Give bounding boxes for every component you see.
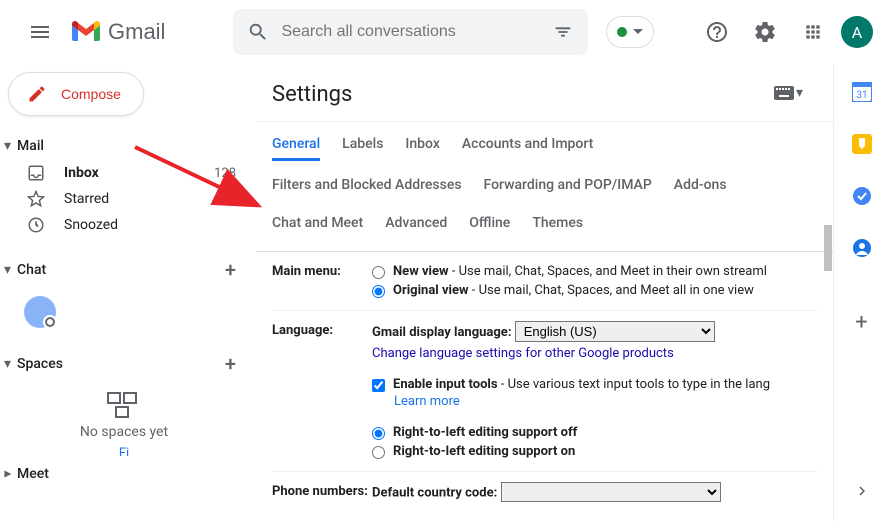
- status-dropdown[interactable]: [606, 16, 654, 48]
- main-menu-button[interactable]: [16, 8, 64, 56]
- input-tool-toggle[interactable]: ▾: [774, 85, 803, 101]
- new-chat-button[interactable]: +: [225, 258, 236, 282]
- search-options-icon[interactable]: [552, 21, 574, 43]
- keep-app-icon[interactable]: [852, 134, 872, 158]
- app-header: Gmail A: [0, 0, 889, 64]
- setting-language: Language: Gmail display language: Englis…: [272, 311, 817, 472]
- keyboard-icon: [774, 86, 794, 100]
- search-icon[interactable]: [247, 21, 269, 43]
- tasks-app-icon[interactable]: [852, 186, 872, 210]
- new-space-button[interactable]: +: [225, 352, 236, 376]
- tab-addons[interactable]: Add-ons: [674, 177, 727, 199]
- sidebar-item-inbox[interactable]: Inbox 128: [0, 160, 248, 186]
- gmail-icon: [72, 21, 100, 43]
- tab-general[interactable]: General: [272, 136, 320, 161]
- clock-icon: [26, 216, 46, 234]
- gmail-logo[interactable]: Gmail: [72, 19, 165, 45]
- help-icon: [705, 20, 729, 44]
- hide-sidepanel-button[interactable]: [853, 482, 871, 504]
- svg-text:31: 31: [856, 90, 867, 101]
- chevron-down-icon: ▾: [4, 138, 11, 154]
- settings-button[interactable]: [745, 12, 785, 52]
- language-select[interactable]: English (US): [515, 321, 715, 342]
- page-title: Settings: [256, 64, 352, 121]
- radio-rtl-off[interactable]: [372, 427, 385, 440]
- chat-contact-avatar[interactable]: [24, 296, 56, 328]
- tab-labels[interactable]: Labels: [342, 136, 383, 161]
- calendar-app-icon[interactable]: 31: [852, 82, 872, 106]
- country-code-select[interactable]: [501, 482, 721, 502]
- tab-offline[interactable]: Offline: [469, 215, 510, 237]
- chevron-down-icon: [633, 27, 643, 37]
- setting-main-menu: Main menu: New view - Use mail, Chat, Sp…: [272, 252, 817, 311]
- active-status-icon: [617, 27, 627, 37]
- tab-accounts[interactable]: Accounts and Import: [462, 136, 593, 161]
- support-button[interactable]: [697, 12, 737, 52]
- chevron-down-icon: ▾: [796, 85, 803, 101]
- learn-more-link[interactable]: Learn more: [394, 394, 460, 409]
- star-icon: [26, 190, 46, 208]
- spaces-icon: [0, 392, 248, 418]
- tab-filters[interactable]: Filters and Blocked Addresses: [272, 177, 462, 199]
- pencil-icon: [27, 84, 47, 104]
- chevron-right-icon: ▾: [0, 470, 16, 477]
- sidebar-item-snoozed[interactable]: Snoozed: [0, 212, 248, 238]
- scrollbar-thumb[interactable]: [824, 225, 832, 271]
- tab-themes[interactable]: Themes: [532, 215, 583, 237]
- chevron-down-icon: ▾: [4, 356, 11, 372]
- search-input[interactable]: [281, 23, 540, 41]
- radio-rtl-on[interactable]: [372, 446, 385, 459]
- change-language-link[interactable]: Change language settings for other Googl…: [372, 346, 674, 361]
- app-name: Gmail: [108, 19, 165, 45]
- spaces-empty-state: No spaces yet Fi: [0, 382, 248, 456]
- sidebar-item-starred[interactable]: Starred: [0, 186, 248, 212]
- radio-original-view[interactable]: [372, 285, 385, 298]
- settings-tabs: General Labels Inbox Accounts and Import…: [256, 121, 833, 251]
- gear-icon: [753, 20, 777, 44]
- mail-section-header[interactable]: ▾ Mail: [0, 132, 248, 160]
- apps-grid-icon: [803, 22, 823, 42]
- google-apps-button[interactable]: [793, 12, 833, 52]
- radio-new-view[interactable]: [372, 266, 385, 279]
- settings-content: Main menu: New view - Use mail, Chat, Sp…: [256, 251, 833, 522]
- tab-advanced[interactable]: Advanced: [385, 215, 447, 237]
- side-panel: 31 +: [833, 64, 889, 522]
- tab-inbox[interactable]: Inbox: [405, 136, 439, 161]
- compose-button[interactable]: Compose: [8, 72, 144, 116]
- tab-forwarding[interactable]: Forwarding and POP/IMAP: [484, 177, 652, 199]
- get-addons-button[interactable]: +: [855, 310, 867, 335]
- meet-section-header[interactable]: ▾ Meet: [0, 460, 248, 488]
- inbox-icon: [26, 164, 46, 182]
- chevron-down-icon: ▾: [4, 262, 11, 278]
- chat-section-header[interactable]: ▾ Chat +: [0, 252, 248, 288]
- tab-chat-meet[interactable]: Chat and Meet: [272, 215, 363, 237]
- left-sidebar: Compose ▾ Mail Inbox 128 Starred Snoozed…: [0, 64, 256, 522]
- search-bar[interactable]: [233, 9, 588, 55]
- spaces-section-header[interactable]: ▾ Spaces +: [0, 346, 248, 382]
- account-avatar[interactable]: A: [841, 16, 873, 48]
- setting-phone: Phone numbers: Default country code:: [272, 472, 817, 512]
- checkbox-input-tools[interactable]: [372, 379, 385, 392]
- find-space-link[interactable]: Fi: [0, 446, 248, 456]
- settings-main: Settings ▾ General Labels Inbox Accounts…: [256, 64, 833, 522]
- hamburger-icon: [28, 20, 52, 44]
- contacts-app-icon[interactable]: [852, 238, 872, 262]
